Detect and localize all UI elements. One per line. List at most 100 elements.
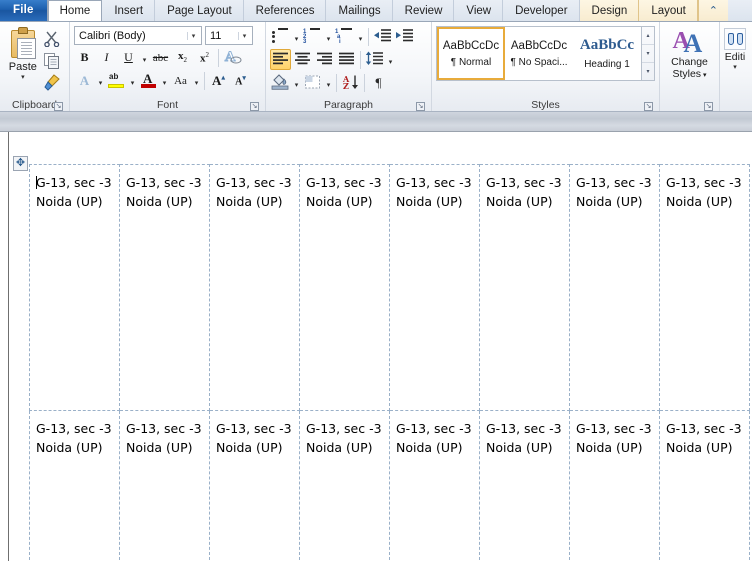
bold-button[interactable]: B (74, 47, 95, 68)
tab-mailings[interactable]: Mailings (326, 0, 393, 21)
table-cell-r1c1[interactable]: G-13, sec -3 Noida (UP) (29, 164, 120, 411)
borders-chevron-down-icon[interactable]: ▾ (324, 72, 333, 93)
change-styles-button[interactable]: A A Change Styles ▾ (664, 25, 715, 98)
table-move-handle[interactable]: ✥ (13, 156, 28, 171)
borders-button[interactable] (302, 72, 323, 93)
cell-text-line1: G-13, sec -3 (666, 175, 742, 190)
document-table[interactable]: G-13, sec -3 Noida (UP) G-13, sec -3 Noi… (29, 164, 750, 561)
clipboard-dialog-launcher-icon[interactable]: ↘ (54, 102, 63, 111)
tab-review[interactable]: Review (393, 0, 455, 21)
paste-caret-icon[interactable]: ▾ (21, 74, 25, 81)
change-case-chevron-down-icon[interactable]: ▾ (192, 70, 201, 91)
multilevel-list-button[interactable]: 1ai (334, 26, 355, 47)
superscript-button[interactable]: x2 (194, 47, 215, 68)
tab-layout[interactable]: Layout (639, 0, 698, 21)
format-painter-button[interactable] (42, 72, 63, 93)
table-cell-r2c3[interactable]: G-13, sec -3 Noida (UP) (209, 410, 300, 561)
increase-indent-button[interactable] (394, 26, 415, 47)
table-cell-r1c6[interactable]: G-13, sec -3 Noida (UP) (479, 164, 570, 411)
document-page[interactable]: ✥ G-13, sec -3 Noida (UP) G-13, sec -3 N… (8, 132, 752, 561)
find-button[interactable]: Editi ▾ (724, 25, 746, 98)
paste-button[interactable]: Paste ▾ (4, 25, 42, 98)
numbering-button[interactable]: 123 (302, 26, 323, 47)
tab-insert[interactable]: Insert (102, 0, 156, 21)
align-left-button[interactable] (270, 49, 291, 70)
line-spacing-chevron-down-icon[interactable]: ▾ (386, 49, 395, 70)
line-spacing-button[interactable] (364, 49, 385, 70)
tab-file[interactable]: File (0, 0, 48, 21)
cut-button[interactable] (42, 28, 63, 49)
table-cell-r1c3[interactable]: G-13, sec -3 Noida (UP) (209, 164, 300, 411)
style-item-normal[interactable]: AaBbCcDc ¶ Normal (437, 27, 505, 80)
font-dialog-launcher-icon[interactable]: ↘ (250, 102, 259, 111)
change-styles-dialog-launcher-icon[interactable]: ↘ (704, 102, 713, 111)
bullets-button[interactable] (270, 26, 291, 47)
tab-view[interactable]: View (454, 0, 504, 21)
highlight-color-button[interactable]: ab (106, 70, 127, 91)
tab-developer[interactable]: Developer (503, 0, 580, 21)
ruler[interactable] (0, 112, 752, 132)
change-case-button[interactable]: Aa (170, 70, 191, 91)
show-formatting-marks-button[interactable]: ¶ (368, 72, 389, 93)
italic-button[interactable]: I (96, 47, 117, 68)
align-right-button[interactable] (314, 49, 335, 70)
font-name-combobox[interactable]: Calibri (Body) ▾ (74, 26, 202, 45)
text-effects-button[interactable]: A (222, 47, 243, 68)
paragraph-dialog-launcher-icon[interactable]: ↘ (416, 102, 425, 111)
table-cell-r1c4[interactable]: G-13, sec -3 Noida (UP) (299, 164, 390, 411)
table-cell-r2c8[interactable]: G-13, sec -3 Noida (UP) (659, 410, 750, 561)
text-effects-row2-button[interactable]: A (74, 70, 95, 91)
cell-text-line2: Noida (UP) (36, 440, 103, 455)
decrease-indent-button[interactable] (372, 26, 393, 47)
styles-dialog-launcher-icon[interactable]: ↘ (644, 102, 653, 111)
styles-scroll-down-icon[interactable]: ▾ (642, 45, 654, 63)
editing-chevron-down-icon[interactable]: ▾ (733, 64, 737, 71)
table-cell-r2c1[interactable]: G-13, sec -3 Noida (UP) (29, 410, 120, 561)
shading-button[interactable] (270, 72, 291, 93)
underline-chevron-down-icon[interactable]: ▾ (140, 47, 149, 68)
document-area[interactable]: ✥ G-13, sec -3 Noida (UP) G-13, sec -3 N… (0, 132, 752, 561)
shrink-font-button[interactable]: A▾ (230, 70, 251, 91)
style-item-heading-1[interactable]: AaBbCc Heading 1 (573, 27, 641, 80)
table-cell-r2c6[interactable]: G-13, sec -3 Noida (UP) (479, 410, 570, 561)
font-size-combobox[interactable]: 11 ▾ (205, 26, 253, 45)
tab-references[interactable]: References (244, 0, 327, 21)
align-center-button[interactable] (292, 49, 313, 70)
tab-design[interactable]: Design (579, 0, 640, 21)
multilevel-list-chevron-down-icon[interactable]: ▾ (356, 26, 365, 47)
justify-button[interactable] (336, 49, 357, 70)
table-cell-r1c8[interactable]: G-13, sec -3 Noida (UP) (659, 164, 750, 411)
group-label-clipboard: Clipboard ↘ (12, 99, 63, 111)
shading-chevron-down-icon[interactable]: ▾ (292, 72, 301, 93)
grow-font-button[interactable]: A▴ (208, 70, 229, 91)
text-effects-chevron-down-icon[interactable]: ▾ (96, 70, 105, 91)
font-size-chevron-down-icon[interactable]: ▾ (238, 31, 250, 40)
numbering-chevron-down-icon[interactable]: ▾ (324, 26, 333, 47)
styles-gallery-scrollbar[interactable]: ▴ ▾ ▾ (642, 26, 655, 81)
tab-page-layout[interactable]: Page Layout (155, 0, 244, 21)
styles-more-icon[interactable]: ▾ (642, 63, 654, 80)
strikethrough-button[interactable]: abc (150, 47, 171, 68)
table-cell-r1c7[interactable]: G-13, sec -3 Noida (UP) (569, 164, 660, 411)
subscript-button[interactable]: x2 (172, 47, 193, 68)
table-cell-r2c4[interactable]: G-13, sec -3 Noida (UP) (299, 410, 390, 561)
styles-scroll-up-icon[interactable]: ▴ (642, 27, 654, 45)
table-cell-r1c2[interactable]: G-13, sec -3 Noida (UP) (119, 164, 210, 411)
table-cell-r1c5[interactable]: G-13, sec -3 Noida (UP) (389, 164, 480, 411)
table-cell-r2c2[interactable]: G-13, sec -3 Noida (UP) (119, 410, 210, 561)
font-color-chevron-down-icon[interactable]: ▾ (160, 70, 169, 91)
font-color-button[interactable]: A (138, 70, 159, 91)
font-name-chevron-down-icon[interactable]: ▾ (187, 31, 199, 40)
underline-button[interactable]: U (118, 47, 139, 68)
sort-button[interactable]: A Z (340, 72, 361, 93)
tab-home[interactable]: Home (47, 0, 103, 21)
cell-text-line1: G-13, sec -3 (216, 421, 292, 436)
table-cell-r2c5[interactable]: G-13, sec -3 Noida (UP) (389, 410, 480, 561)
table-cell-r2c7[interactable]: G-13, sec -3 Noida (UP) (569, 410, 660, 561)
decrease-indent-icon (373, 28, 392, 46)
style-item-no-spacing[interactable]: AaBbCcDc ¶ No Spaci... (505, 27, 573, 80)
bullets-chevron-down-icon[interactable]: ▾ (292, 26, 301, 47)
copy-button[interactable] (42, 50, 63, 71)
collapse-ribbon-icon[interactable]: ⌃ (697, 0, 728, 21)
highlight-color-chevron-down-icon[interactable]: ▾ (128, 70, 137, 91)
